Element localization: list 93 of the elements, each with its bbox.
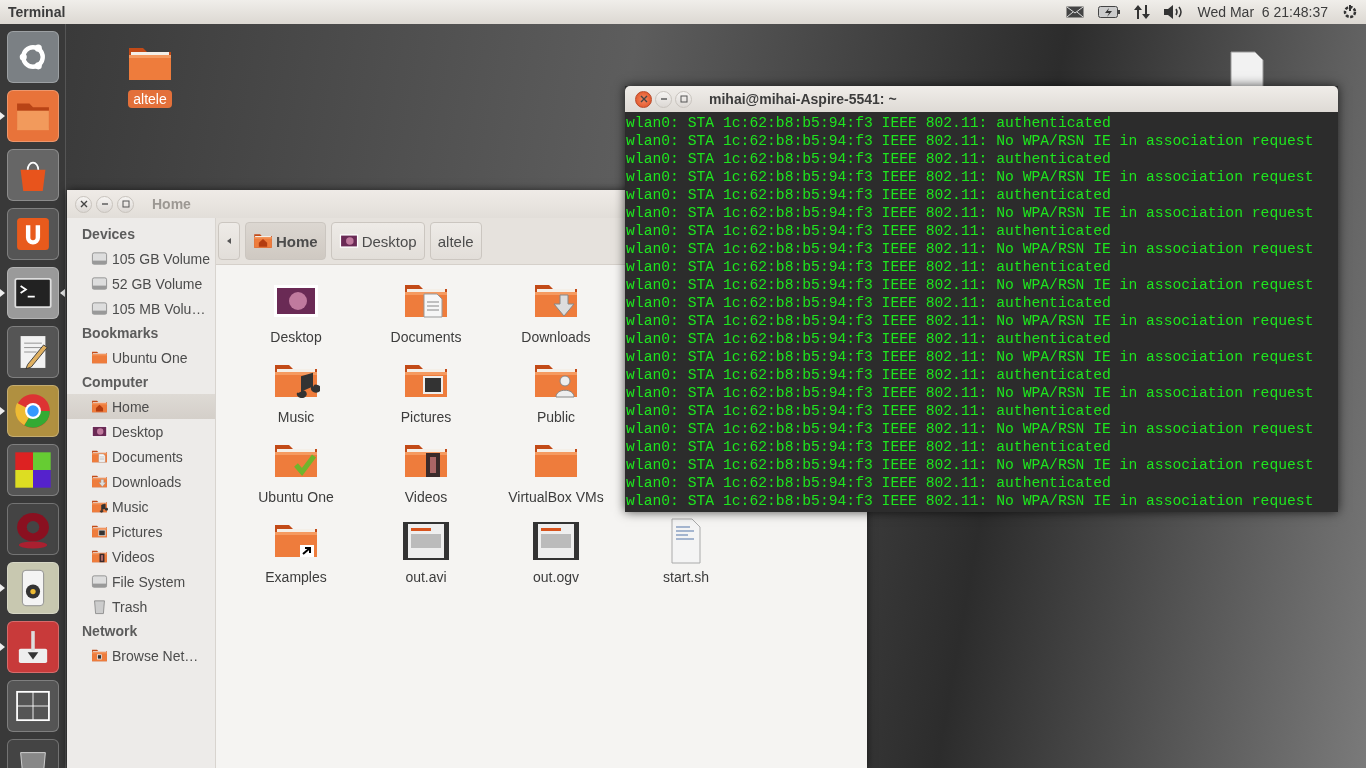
minimize-button[interactable] <box>655 90 672 108</box>
folder-label: altele <box>128 90 172 108</box>
terminal-line: wlan0: STA 1c:62:b8:b5:94:f3 IEEE 802.11: authenticated <box>626 114 1112 132</box>
sidebar-item[interactable]: 52 GB Volume <box>67 271 215 296</box>
file-item[interactable]: Videos <box>402 437 450 511</box>
terminal-line: wlan0: STA 1c:62:b8:b5:94:f3 IEEE 802.11: No WPA/RSN IE in association request <box>626 312 1315 330</box>
sidebar-item[interactable]: File System <box>67 569 215 594</box>
file-item[interactable]: Public <box>532 357 580 431</box>
terminal-line: wlan0: STA 1c:62:b8:b5:94:f3 IEEE 802.11: authenticated <box>626 222 1112 240</box>
terminal-icon[interactable] <box>0 267 65 319</box>
sidebar-heading: Network <box>81 622 139 641</box>
terminal-line: wlan0: STA 1c:62:b8:b5:94:f3 IEEE 802.11: No WPA/RSN IE in association request <box>626 204 1315 222</box>
minimize-icon <box>100 200 109 208</box>
terminal-line: wlan0: STA 1c:62:b8:b5:94:f3 IEEE 802.11: No WPA/RSN IE in association request <box>626 240 1315 258</box>
close-icon <box>79 200 88 208</box>
file-item[interactable]: Documents <box>390 277 462 351</box>
terminal-line: wlan0: STA 1c:62:b8:b5:94:f3 IEEE 802.11: authenticated <box>626 402 1112 420</box>
home-folder-icon <box>91 398 108 415</box>
path-button[interactable]: altele <box>429 222 482 260</box>
terminal-line: wlan0: STA 1c:62:b8:b5:94:f3 IEEE 802.11: authenticated <box>626 330 1112 348</box>
close-button[interactable] <box>635 90 652 108</box>
home-folder-icon <box>253 231 273 251</box>
drive-icon <box>91 300 108 317</box>
file-item[interactable]: out.ogv <box>532 517 580 591</box>
folder-icon <box>91 349 108 366</box>
sidebar-item[interactable]: Browse Net… <box>67 643 215 668</box>
volume-icon[interactable] <box>1163 5 1184 19</box>
terminal-line: wlan0: STA 1c:62:b8:b5:94:f3 IEEE 802.11: No WPA/RSN IE in association request <box>626 132 1315 150</box>
terminal-line: wlan0: STA 1c:62:b8:b5:94:f3 IEEE 802.11: No WPA/RSN IE in association request <box>626 384 1315 402</box>
terminal-line: wlan0: STA 1c:62:b8:b5:94:f3 IEEE 802.11: No WPA/RSN IE in association request <box>626 492 1315 510</box>
file-item[interactable]: Ubuntu One <box>258 437 334 511</box>
terminal-line: wlan0: STA 1c:62:b8:b5:94:f3 IEEE 802.11: authenticated <box>626 438 1112 456</box>
window-title: Terminal <box>8 4 66 20</box>
network-arrows-icon[interactable] <box>1133 4 1150 20</box>
terminal-line: wlan0: STA 1c:62:b8:b5:94:f3 IEEE 802.11: authenticated <box>626 186 1112 204</box>
sidebar-item[interactable]: Pictures <box>67 519 215 544</box>
terminal-line: wlan0: STA 1c:62:b8:b5:94:f3 IEEE 802.11: No WPA/RSN IE in association request <box>626 276 1315 294</box>
sidebar-item[interactable]: Music <box>67 494 215 519</box>
maximize-icon <box>679 95 688 103</box>
sidebar-item[interactable]: Desktop <box>67 419 215 444</box>
sidebar-heading: Computer <box>81 373 150 392</box>
sidebar-heading: Devices <box>81 225 136 244</box>
terminal-line: wlan0: STA 1c:62:b8:b5:94:f3 IEEE 802.11: authenticated <box>626 258 1112 276</box>
file-item[interactable]: Downloads <box>521 277 591 351</box>
sidebar-item[interactable]: Documents <box>67 444 215 469</box>
window-title: mihai@mihai-Aspire-5541: ~ <box>709 91 897 107</box>
terminal-line: wlan0: STA 1c:62:b8:b5:94:f3 IEEE 802.11: authenticated <box>626 474 1112 492</box>
sidebar-item[interactable]: 105 GB Volume <box>67 246 215 271</box>
file-item[interactable]: out.avi <box>402 517 450 591</box>
sidebar-item[interactable]: 105 MB Volu… <box>67 296 215 321</box>
window-title: Home <box>152 196 191 212</box>
maximize-icon <box>121 200 130 208</box>
sidebar-item[interactable]: Ubuntu One <box>67 345 215 370</box>
file-item[interactable]: Desktop <box>270 277 322 351</box>
close-button[interactable] <box>75 195 92 213</box>
file-item[interactable]: Examples <box>265 517 327 591</box>
video-folder-icon <box>91 548 108 565</box>
drive-icon <box>91 250 108 267</box>
network-folder-icon <box>91 647 108 664</box>
sidebar-item[interactable]: Videos <box>67 544 215 569</box>
caret-icon <box>227 238 231 244</box>
battery-icon[interactable] <box>1097 6 1120 18</box>
drive-icon <box>91 573 108 590</box>
terminal-line: wlan0: STA 1c:62:b8:b5:94:f3 IEEE 802.11: No WPA/RSN IE in association request <box>626 456 1315 474</box>
sidebar-item[interactable]: Downloads <box>67 469 215 494</box>
terminal-line: wlan0: STA 1c:62:b8:b5:94:f3 IEEE 802.11: authenticated <box>626 294 1112 312</box>
sidebar-item[interactable]: Home <box>67 394 215 419</box>
file-item[interactable]: Pictures <box>400 357 452 431</box>
close-icon <box>639 95 648 103</box>
pictures-folder-icon <box>91 523 108 540</box>
drive-icon <box>91 275 108 292</box>
clock[interactable]: Wed Mar 6 21:48:37 <box>1197 4 1328 20</box>
wallpaper-thumbnail-icon <box>91 423 108 440</box>
file-item[interactable]: Music <box>272 357 320 431</box>
minimize-icon <box>659 95 668 103</box>
file-item[interactable]: start.sh <box>662 517 710 591</box>
path-button[interactable]: Home <box>245 222 326 260</box>
power-gear-icon[interactable] <box>1342 4 1358 20</box>
wallpaper-thumbnail-icon <box>338 231 359 251</box>
path-button[interactable]: Desktop <box>330 222 425 260</box>
trash-icon <box>91 598 108 615</box>
terminal-line: wlan0: STA 1c:62:b8:b5:94:f3 IEEE 802.11: No WPA/RSN IE in association request <box>626 168 1315 186</box>
terminal-line: wlan0: STA 1c:62:b8:b5:94:f3 IEEE 802.11: authenticated <box>626 366 1112 384</box>
sidebar-item[interactable]: Trash <box>67 594 215 619</box>
terminal-line: wlan0: STA 1c:62:b8:b5:94:f3 IEEE 802.11: No WPA/RSN IE in association request <box>626 420 1315 438</box>
document-folder-icon <box>91 448 108 465</box>
terminal-line: wlan0: STA 1c:62:b8:b5:94:f3 IEEE 802.11: authenticated <box>626 150 1112 168</box>
sidebar-heading: Bookmarks <box>81 324 160 343</box>
music-folder-icon <box>91 498 108 515</box>
download-folder-icon <box>91 473 108 490</box>
terminal-line: wlan0: STA 1c:62:b8:b5:94:f3 IEEE 802.11: No WPA/RSN IE in association request <box>626 348 1315 366</box>
mail-icon[interactable] <box>1065 6 1084 18</box>
file-item[interactable]: VirtualBox VMs <box>508 437 604 511</box>
